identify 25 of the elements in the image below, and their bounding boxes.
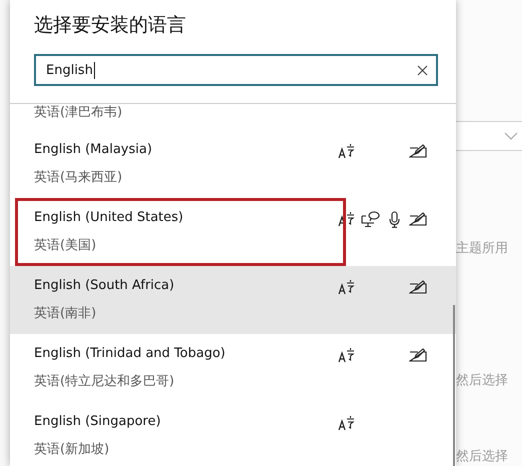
language-name: English (Malaysia) (34, 141, 152, 159)
language-native-name: 英语(马来西亚) (34, 169, 122, 187)
language-name: English (Trinidad and Tobago) (34, 345, 226, 363)
background-text: 然后选择 (456, 448, 508, 465)
language-native-name: 英语(南非) (34, 305, 96, 323)
close-icon[interactable] (417, 65, 428, 76)
language-native-name: 英语(美国) (34, 237, 96, 255)
language-item[interactable]: English (South Africa) 英语(南非) (10, 266, 456, 334)
language-item[interactable]: English (Malaysia) 英语(马来西亚) (10, 130, 456, 198)
search-field[interactable]: English (34, 54, 438, 86)
language-native-name: 英语(特立尼达和多巴哥) (34, 373, 174, 391)
language-item[interactable]: English (Trinidad and Tobago) 英语(特立尼达和多巴哥) (10, 334, 456, 402)
language-item[interactable]: English (Singapore) 英语(新加坡) (10, 402, 456, 466)
chevron-icon (504, 132, 518, 140)
language-item[interactable]: 英语(津巴布韦) (10, 104, 456, 130)
language-item[interactable]: English (United States) 英语(美国) (10, 198, 456, 266)
language-native-name: 英语(新加坡) (34, 441, 110, 459)
language-name: English (United States) (34, 209, 184, 227)
language-native-name: 英语(津巴布韦) (34, 104, 122, 122)
language-name: English (Singapore) (34, 413, 161, 431)
background-text: 主题所用 (456, 240, 508, 257)
dialog-title: 选择要安装的语言 (34, 13, 187, 38)
scrollbar[interactable] (453, 305, 455, 466)
background-text: 然后选择 (456, 372, 508, 389)
language-name: English (South Africa) (34, 277, 174, 295)
